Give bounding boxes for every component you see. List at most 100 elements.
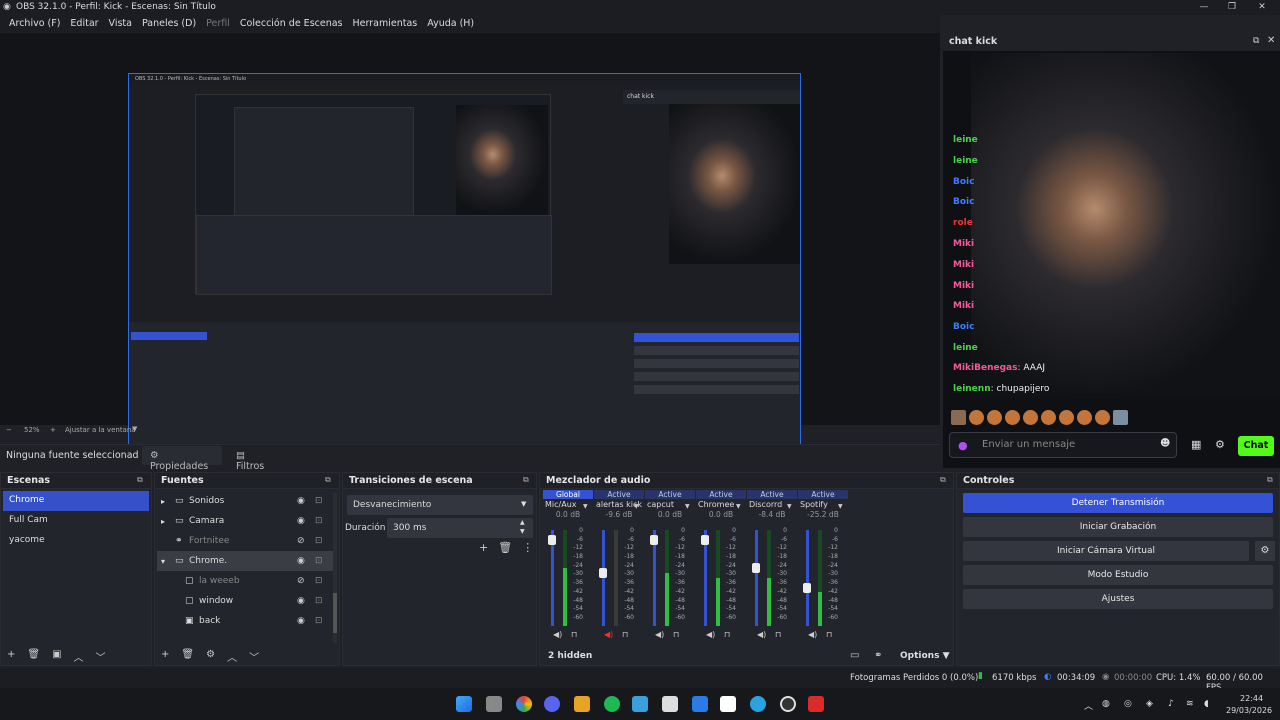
down-icon[interactable]: ﹀ (249, 649, 259, 664)
link-icon[interactable]: ⚭ (874, 650, 882, 661)
chat-input[interactable]: ● Enviar un mensaje ☻ (949, 432, 1177, 458)
menu-item[interactable]: Paneles (D) (137, 15, 201, 32)
chat-username[interactable]: MikiBenegas (953, 363, 1017, 373)
source-item[interactable]: ⚭ Fortnitee ⊘ ⊡ (157, 531, 333, 551)
menu-item[interactable]: Herramientas (348, 15, 423, 32)
chat-username[interactable]: Boic (953, 322, 983, 343)
scene-item[interactable]: Chrome (3, 491, 149, 511)
chevron-down-icon[interactable]: ▼ (838, 503, 843, 510)
volume-knob[interactable] (701, 534, 709, 545)
chevron-down-icon[interactable]: ▼ (787, 503, 792, 510)
scene-item[interactable]: yacome (3, 531, 149, 551)
control-button[interactable]: Ajustes (963, 589, 1273, 609)
tray-volume-icon[interactable]: ◖ (1204, 699, 1209, 709)
chat-username[interactable]: Boic (953, 197, 983, 218)
chevron-down-icon[interactable]: ▼ (132, 425, 137, 433)
lock-icon[interactable]: ⊡ (315, 496, 323, 506)
add-icon[interactable]: + (479, 541, 488, 554)
scene-item[interactable]: Full Cam (3, 511, 149, 531)
gear-icon[interactable]: ⚙ (1255, 541, 1275, 561)
close-icon[interactable]: ✕ (1267, 35, 1275, 46)
control-button[interactable]: Modo Estudio (963, 565, 1273, 585)
visibility-icon[interactable]: ◉ (297, 496, 305, 506)
visibility-icon[interactable]: ⊘ (297, 536, 305, 546)
chevron-down-icon[interactable]: ▼ (583, 503, 588, 510)
monitor-icon[interactable]: ⊓ (775, 630, 781, 639)
expand-icon[interactable]: ▸ (161, 517, 175, 526)
volume-knob[interactable] (548, 534, 556, 545)
chat-username[interactable]: leine (953, 343, 983, 364)
float-icon[interactable]: ⧉ (523, 475, 529, 485)
volume-knob[interactable] (803, 582, 811, 593)
source-item[interactable]: ▸ ▭ Camara ◉ ⊡ (157, 511, 333, 531)
expand-icon[interactable]: ▸ (161, 497, 175, 506)
visibility-icon[interactable]: ◉ (297, 596, 305, 606)
menu-item[interactable]: Archivo (F) (4, 15, 65, 32)
mic-icon[interactable]: ● (958, 439, 968, 452)
tray-chevron-icon[interactable]: ︿ (1084, 699, 1093, 712)
chat-username[interactable]: leine (953, 156, 983, 177)
gear-icon[interactable]: ⚙ (1215, 438, 1225, 451)
source-item[interactable]: ▢ window ◉ ⊡ (157, 591, 333, 611)
app-icon[interactable] (808, 696, 824, 712)
gift-icon[interactable]: ▦ (1191, 438, 1201, 451)
chevron-down-icon[interactable]: ▼ (736, 503, 741, 510)
emoji-icon[interactable]: ☻ (1160, 438, 1170, 449)
obs-icon[interactable] (780, 696, 796, 712)
chat-username[interactable]: Miki (953, 260, 983, 281)
tray-mic-icon[interactable]: ♪ (1168, 699, 1174, 709)
tray-steam-icon[interactable]: ◈ (1146, 699, 1153, 709)
chat-username[interactable]: Miki (953, 301, 983, 322)
stepper-icon[interactable]: ▲ ▼ (520, 518, 525, 536)
control-button[interactable]: Iniciar Cámara Virtual (963, 541, 1249, 561)
visibility-icon[interactable]: ⊘ (297, 576, 305, 586)
chrome-icon[interactable] (516, 696, 532, 712)
hidden-count[interactable]: 2 hidden (548, 651, 592, 661)
monitor-icon[interactable]: ⊓ (724, 630, 730, 639)
float-icon[interactable]: ⧉ (137, 475, 143, 485)
up-icon[interactable]: ︿ (227, 649, 237, 664)
volume-knob[interactable] (752, 563, 760, 574)
volume-slider[interactable] (806, 530, 809, 626)
menu-item[interactable]: Vista (104, 15, 137, 32)
monitor-icon[interactable]: ⊓ (622, 630, 628, 639)
menu-item[interactable]: Perfil (201, 15, 235, 32)
add-icon[interactable]: + (7, 649, 15, 664)
zoom-out-button[interactable]: − (6, 426, 12, 434)
visibility-icon[interactable]: ◉ (297, 516, 305, 526)
discord-icon[interactable] (544, 696, 560, 712)
source-item[interactable]: ▣ back ◉ ⊡ (157, 611, 333, 631)
spotify-icon[interactable] (604, 696, 620, 712)
gear-icon[interactable]: ⚙ (206, 649, 215, 664)
restore-button[interactable]: ❐ (1218, 0, 1246, 15)
up-icon[interactable]: ︿ (74, 649, 84, 664)
source-item[interactable]: ▾ ▭ Chrome. ◉ ⊡ (157, 551, 333, 571)
monitor-icon[interactable]: ⊓ (571, 630, 577, 639)
chevron-down-icon[interactable]: ▼ (634, 503, 639, 510)
chat-username[interactable]: leinenn (953, 384, 991, 394)
folder-icon[interactable] (574, 696, 590, 712)
mute-icon[interactable]: ◀) (757, 630, 766, 639)
lock-icon[interactable]: ⊡ (315, 516, 323, 526)
chat-username[interactable]: Miki (953, 239, 983, 260)
menu-item[interactable]: Ayuda (H) (422, 15, 479, 32)
lock-icon[interactable]: ⊡ (315, 616, 323, 626)
menu-item[interactable]: Editar (65, 15, 103, 32)
close-button[interactable]: ✕ (1248, 0, 1276, 15)
visibility-icon[interactable]: ◉ (297, 616, 305, 626)
filter-icon[interactable]: ▣ (52, 649, 61, 664)
volume-slider[interactable] (755, 530, 758, 626)
options-button[interactable]: Options ▼ (900, 651, 950, 661)
lock-icon[interactable]: ⊡ (315, 596, 323, 606)
mute-icon[interactable]: ◀) (604, 630, 613, 639)
telegram-icon[interactable] (750, 696, 766, 712)
menu-item[interactable]: Colección de Escenas (235, 15, 348, 32)
float-icon[interactable]: ⧉ (325, 475, 331, 485)
float-icon[interactable]: ⧉ (1267, 475, 1273, 485)
more-icon[interactable]: ⋮ (522, 541, 533, 554)
down-icon[interactable]: ﹀ (96, 649, 106, 664)
control-button[interactable]: Detener Transmisión (963, 493, 1273, 513)
chat-send-button[interactable]: Chat (1238, 436, 1274, 456)
mute-icon[interactable]: ◀) (808, 630, 817, 639)
filters-button[interactable]: ▤ Filtros (228, 446, 284, 472)
